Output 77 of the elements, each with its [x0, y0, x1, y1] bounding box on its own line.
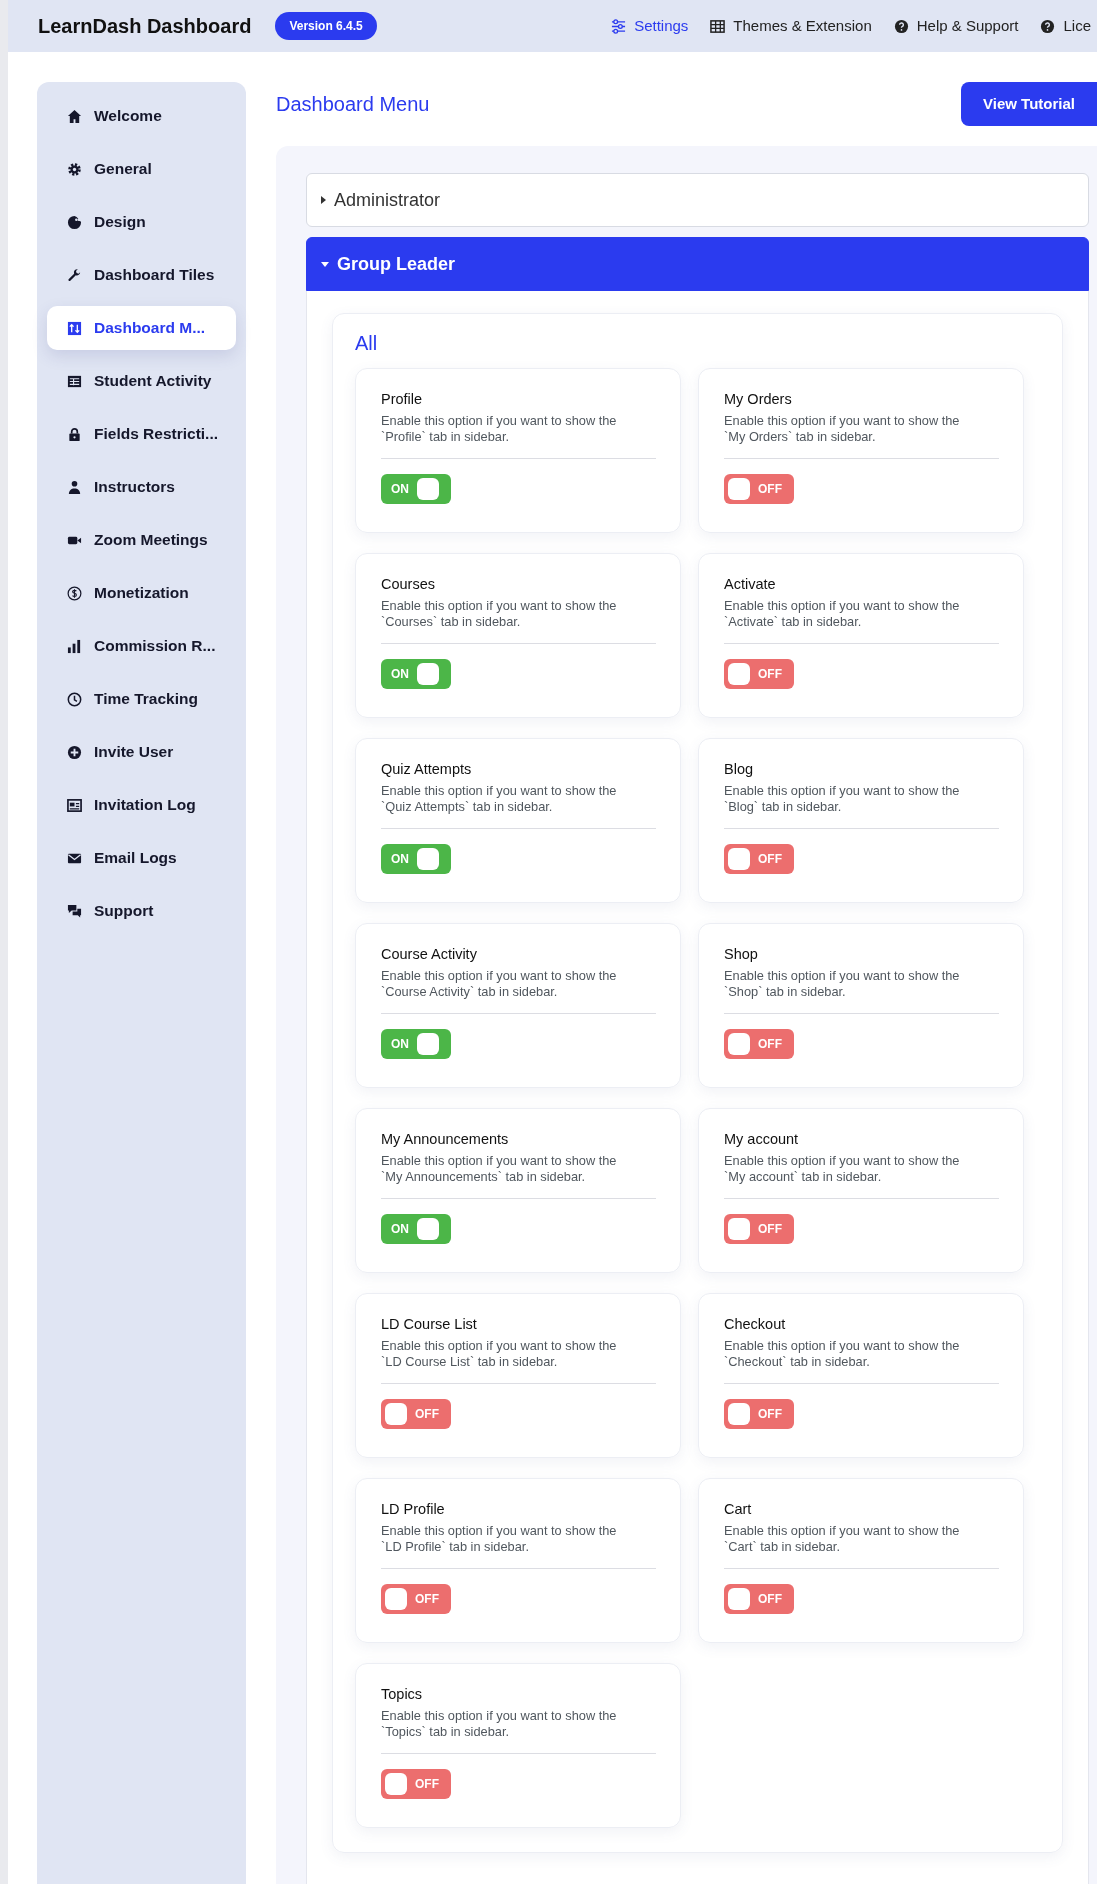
caret-right-icon — [321, 196, 326, 204]
sidebar-item[interactable]: Welcome — [47, 94, 236, 138]
option-title: Quiz Attempts — [381, 760, 473, 779]
sidebar-item[interactable]: Dashboard M... — [47, 306, 236, 350]
option-description: Enable this option if you want to show the `Blog` tab in sidebar. — [724, 782, 961, 816]
plus-circle-icon — [67, 744, 82, 760]
option-title: My account — [724, 1130, 800, 1149]
person-icon — [67, 479, 82, 495]
nav-link[interactable]: Help & Support — [893, 14, 1019, 38]
option-title: Checkout — [724, 1315, 787, 1334]
sidebar-item[interactable]: Invite User — [47, 730, 236, 774]
app-title: LearnDash Dashboard — [38, 14, 252, 39]
bar-chart-icon — [67, 638, 82, 654]
sidebar-item[interactable]: Student Activity — [47, 359, 236, 403]
option-title: Cart — [724, 1500, 753, 1519]
option-title: Activate — [724, 575, 777, 594]
option-description: Enable this option if you want to show the `LD Profile` tab in sidebar. — [381, 1522, 618, 1556]
option-description: Enable this option if you want to show the `Profile` tab in sidebar. — [381, 412, 618, 446]
nav-link[interactable]: Settings — [611, 14, 689, 38]
sidebar-item[interactable]: Commission R... — [47, 624, 236, 668]
option-title: Courses — [381, 575, 436, 594]
option-title: Topics — [381, 1685, 424, 1704]
option-description: Enable this option if you want to show the `Activate` tab in sidebar. — [724, 597, 961, 631]
option-description: Enable this option if you want to show the `Shop` tab in sidebar. — [724, 967, 961, 1001]
option-description: Enable this option if you want to show the `My Orders` tab in sidebar. — [724, 412, 961, 446]
palette-icon — [67, 214, 82, 230]
option-title: Course Activity — [381, 945, 478, 964]
option-description: Enable this option if you want to show the `LD Course List` tab in sidebar. — [381, 1337, 618, 1371]
sidebar-item[interactable]: Time Tracking — [47, 677, 236, 721]
home-icon — [67, 108, 82, 124]
table-icon — [67, 373, 82, 389]
option-description: Enable this option if you want to show the `My account` tab in sidebar. — [724, 1152, 961, 1186]
caret-down-icon — [321, 261, 329, 267]
option-title: LD Course List — [381, 1315, 478, 1334]
option-description: Enable this option if you want to show the `Courses` tab in sidebar. — [381, 597, 618, 631]
dollar-circle-icon — [67, 585, 82, 601]
page-title: Dashboard Menu — [276, 92, 430, 117]
option-description: Enable this option if you want to show the `Cart` tab in sidebar. — [724, 1522, 961, 1556]
grid-icon — [710, 18, 726, 34]
option-title: LD Profile — [381, 1500, 446, 1519]
option-title: My Announcements — [381, 1130, 510, 1149]
sidebar-item[interactable]: Design — [47, 200, 236, 244]
sidebar-item[interactable]: Instructors — [47, 465, 236, 509]
version-badge: Version 6.4.5 — [275, 12, 377, 40]
clock-icon — [67, 691, 82, 707]
accordion-header[interactable]: Group Leader — [306, 237, 1089, 291]
menu-sort-icon — [67, 320, 82, 336]
option-title: Blog — [724, 760, 755, 779]
sidebar-item[interactable]: Fields Restricti... — [47, 412, 236, 456]
nav-link[interactable]: Lice — [1040, 14, 1091, 38]
option-title: My Orders — [724, 390, 793, 409]
lock-icon — [67, 426, 82, 442]
sidebar-item[interactable]: Dashboard Tiles — [47, 253, 236, 297]
option-description: Enable this option if you want to show the `Quiz Attempts` tab in sidebar. — [381, 782, 618, 816]
help-icon — [1040, 18, 1056, 34]
sidebar-item[interactable]: Email Logs — [47, 836, 236, 880]
sidebar-item[interactable]: Monetization — [47, 571, 236, 615]
sidebar-item[interactable]: Invitation Log — [47, 783, 236, 827]
option-description: Enable this option if you want to show the `Checkout` tab in sidebar. — [724, 1337, 961, 1371]
accordion-header[interactable]: Administrator — [306, 173, 1089, 227]
sidebar-item[interactable]: Support — [47, 889, 236, 933]
nav-link[interactable]: Themes & Extension — [710, 14, 872, 38]
view-tutorial-button[interactable]: View Tutorial — [961, 82, 1097, 126]
sliders-icon — [611, 18, 627, 34]
sidebar-item[interactable]: Zoom Meetings — [47, 518, 236, 562]
help-icon — [893, 18, 909, 34]
option-description: Enable this option if you want to show the `Course Activity` tab in sidebar. — [381, 967, 618, 1001]
gear-icon — [67, 161, 82, 177]
option-description: Enable this option if you want to show the `My Announcements` tab in sidebar. — [381, 1152, 618, 1186]
option-title: Profile — [381, 390, 424, 409]
id-card-icon — [67, 797, 82, 813]
wrench-icon — [67, 267, 82, 283]
chat-bubbles-icon — [67, 903, 82, 919]
sidebar-item[interactable]: General — [47, 147, 236, 191]
option-description: Enable this option if you want to show the `Topics` tab in sidebar. — [381, 1707, 618, 1741]
option-title: Shop — [724, 945, 759, 964]
section-title: All — [355, 331, 379, 356]
